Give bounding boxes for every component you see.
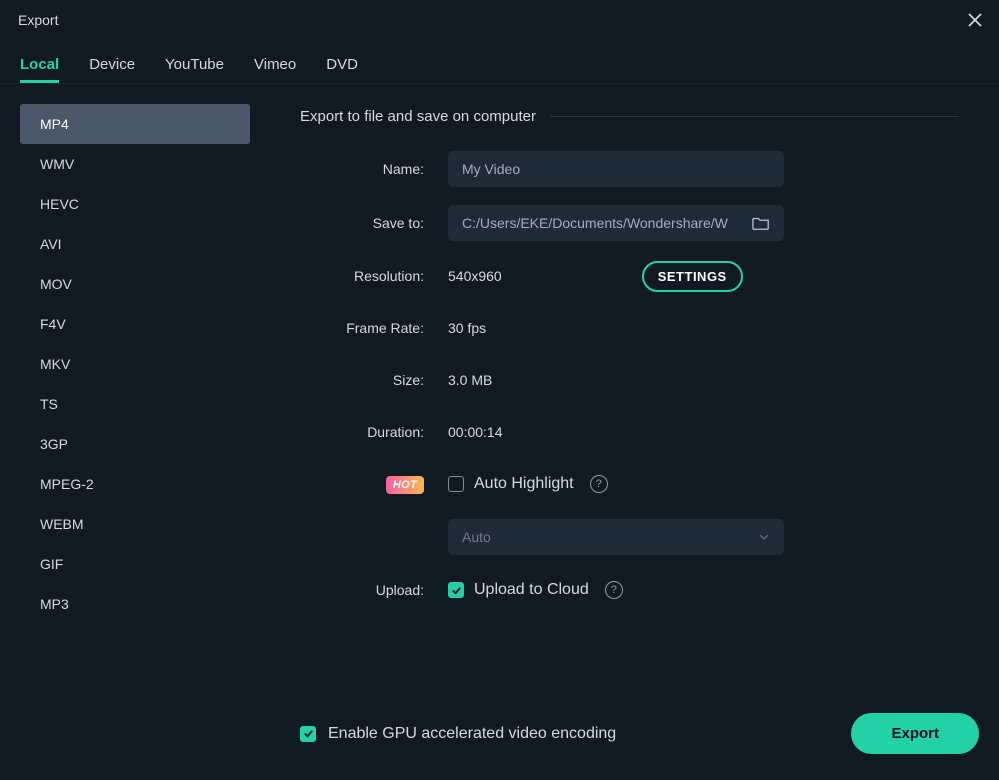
- main-panel: Export to file and save on computer Name…: [250, 84, 999, 697]
- format-wmv[interactable]: WMV: [20, 144, 250, 184]
- saveto-input[interactable]: C:/Users/EKE/Documents/Wondershare/W: [448, 205, 784, 241]
- help-icon[interactable]: ?: [605, 581, 623, 599]
- format-3gp[interactable]: 3GP: [20, 424, 250, 464]
- tab-youtube[interactable]: YouTube: [165, 50, 224, 83]
- upload-label: Upload:: [300, 582, 430, 598]
- format-sidebar: MP4 WMV HEVC AVI MOV F4V MKV TS 3GP MPEG…: [0, 84, 250, 697]
- format-gif[interactable]: GIF: [20, 544, 250, 584]
- format-f4v[interactable]: F4V: [20, 304, 250, 344]
- name-label: Name:: [300, 161, 430, 177]
- tab-device[interactable]: Device: [89, 50, 135, 83]
- name-input[interactable]: My Video: [448, 151, 784, 187]
- upload-cloud-label: Upload to Cloud: [474, 581, 589, 599]
- titlebar: Export: [0, 0, 999, 38]
- check-icon: [451, 585, 462, 596]
- format-mp3[interactable]: MP3: [20, 584, 250, 624]
- format-mov[interactable]: MOV: [20, 264, 250, 304]
- close-button[interactable]: [963, 8, 987, 32]
- section-title: Export to file and save on computer: [300, 108, 959, 125]
- export-button[interactable]: Export: [851, 713, 979, 754]
- section-title-text: Export to file and save on computer: [300, 108, 536, 125]
- format-ts[interactable]: TS: [20, 384, 250, 424]
- format-mpeg2[interactable]: MPEG-2: [20, 464, 250, 504]
- duration-label: Duration:: [300, 424, 430, 440]
- section-divider: [550, 116, 959, 117]
- duration-value: 00:00:14: [448, 424, 503, 440]
- chevron-down-icon: [758, 531, 770, 543]
- saveto-label: Save to:: [300, 215, 430, 231]
- format-hevc[interactable]: HEVC: [20, 184, 250, 224]
- framerate-label: Frame Rate:: [300, 320, 430, 336]
- auto-highlight-select[interactable]: Auto: [448, 519, 784, 555]
- auto-highlight-select-value: Auto: [462, 529, 491, 545]
- check-icon: [303, 728, 314, 739]
- framerate-value: 30 fps: [448, 320, 486, 336]
- format-webm[interactable]: WEBM: [20, 504, 250, 544]
- name-input-value: My Video: [462, 161, 520, 177]
- size-label: Size:: [300, 372, 430, 388]
- help-icon[interactable]: ?: [590, 475, 608, 493]
- footer: Enable GPU accelerated video encoding Ex…: [0, 697, 999, 780]
- tabs-bar: Local Device YouTube Vimeo DVD: [0, 38, 999, 84]
- close-icon: [968, 13, 982, 27]
- format-avi[interactable]: AVI: [20, 224, 250, 264]
- folder-icon[interactable]: [752, 214, 770, 232]
- settings-button[interactable]: SETTINGS: [642, 261, 743, 292]
- format-mp4[interactable]: MP4: [20, 104, 250, 144]
- auto-highlight-checkbox[interactable]: [448, 476, 464, 492]
- saveto-path: C:/Users/EKE/Documents/Wondershare/W: [462, 215, 744, 231]
- size-value: 3.0 MB: [448, 372, 492, 388]
- upload-cloud-checkbox[interactable]: [448, 582, 464, 598]
- gpu-label: Enable GPU accelerated video encoding: [328, 725, 616, 743]
- hot-badge: HOT: [386, 476, 424, 494]
- gpu-checkbox[interactable]: [300, 726, 316, 742]
- window-title: Export: [18, 12, 58, 28]
- resolution-value: 540x960: [448, 268, 502, 284]
- tab-vimeo[interactable]: Vimeo: [254, 50, 296, 83]
- auto-highlight-label: Auto Highlight: [474, 475, 574, 493]
- tab-dvd[interactable]: DVD: [326, 50, 358, 83]
- resolution-label: Resolution:: [300, 268, 430, 284]
- tab-local[interactable]: Local: [20, 50, 59, 83]
- format-mkv[interactable]: MKV: [20, 344, 250, 384]
